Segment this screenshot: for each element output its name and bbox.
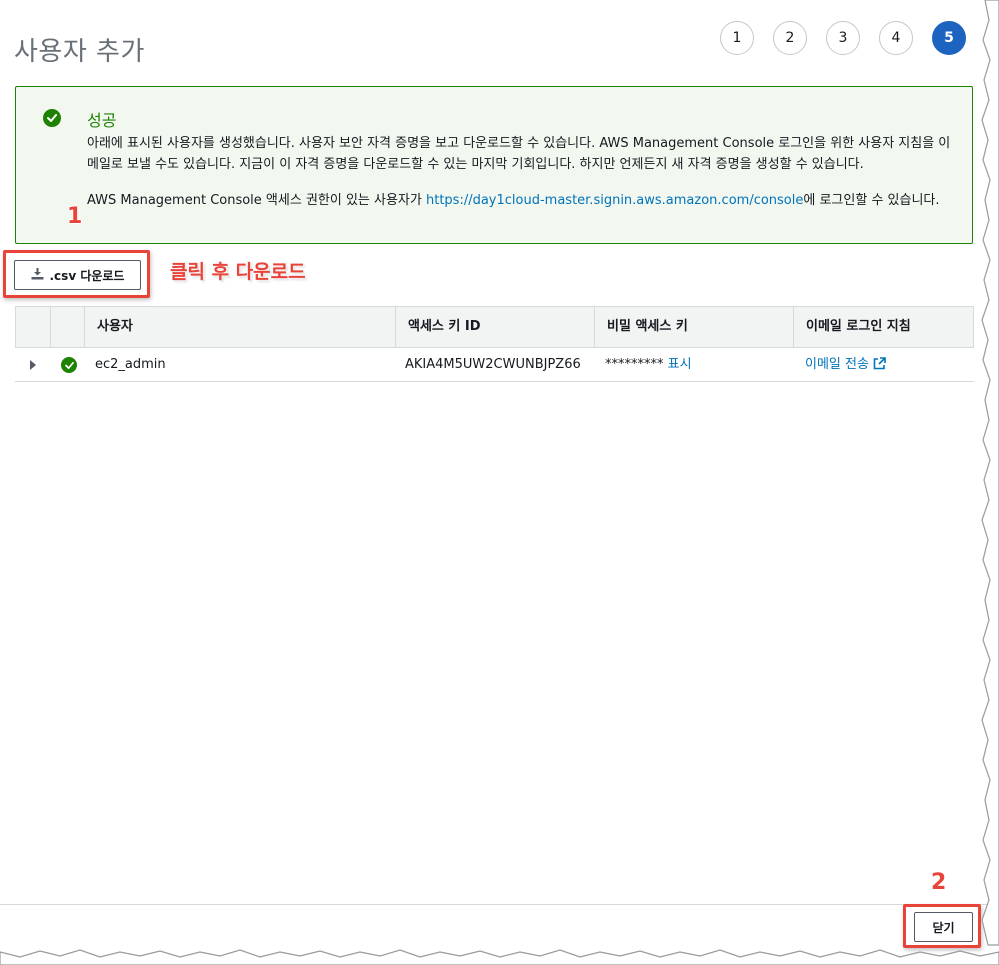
step-1[interactable]: 1 [720, 21, 754, 55]
show-secret-link[interactable]: 표시 [668, 357, 692, 372]
annotation-step-1: 1 [67, 204, 83, 229]
header-access-key-id: 액세스 키 ID [395, 307, 594, 347]
footer-divider [0, 904, 999, 905]
csv-download-button[interactable]: .csv 다운로드 [14, 260, 141, 290]
page-title: 사용자 추가 [14, 37, 145, 68]
annotation-step-2: 2 [931, 870, 947, 895]
expand-caret-icon[interactable] [30, 360, 36, 370]
header-secret-key: 비밀 액세스 키 [594, 307, 793, 347]
success-message: 아래에 표시된 사용자를 생성했습니다. 사용자 보안 자격 증명을 보고 다운… [87, 133, 957, 211]
csv-download-label: .csv 다운로드 [49, 268, 125, 283]
cell-access-key-id: AKIA4M5UW2CWUNBJPZ66 [405, 357, 581, 372]
header-expand [16, 307, 50, 347]
send-email-link[interactable]: 이메일 전송 [805, 357, 886, 372]
cell-secret-key: ********* 표시 [605, 348, 692, 381]
header-status [50, 307, 84, 347]
header-user: 사용자 [84, 307, 395, 347]
step-5[interactable]: 5 [932, 21, 966, 55]
success-alert: 성공 아래에 표시된 사용자를 생성했습니다. 사용자 보안 자격 증명을 보고… [15, 86, 973, 244]
console-signin-link[interactable]: https://day1cloud-master.signin.aws.amaz… [426, 193, 803, 208]
cell-email: 이메일 전송 [805, 348, 886, 381]
step-3[interactable]: 3 [826, 21, 860, 55]
table-row: ec2_admin AKIA4M5UW2CWUNBJPZ66 *********… [15, 348, 974, 382]
cell-user: ec2_admin [95, 357, 166, 372]
users-table: 사용자 액세스 키 ID 비밀 액세스 키 이메일 로그인 지침 ec2_adm… [15, 306, 974, 382]
step-4[interactable]: 4 [879, 21, 913, 55]
download-icon [31, 267, 44, 283]
annotation-click-download: 클릭 후 다운로드 [170, 261, 306, 283]
status-check-icon [61, 357, 77, 373]
close-button[interactable]: 닫기 [914, 912, 973, 942]
table-header: 사용자 액세스 키 ID 비밀 액세스 키 이메일 로그인 지침 [15, 306, 974, 348]
console-login-info: AWS Management Console 액세스 권한이 있는 사용자가 h… [87, 193, 940, 208]
success-description: 아래에 표시된 사용자를 생성했습니다. 사용자 보안 자격 증명을 보고 다운… [87, 136, 951, 172]
external-link-icon [873, 350, 886, 383]
torn-edge-right [981, 0, 999, 946]
header-email-instructions: 이메일 로그인 지침 [793, 307, 973, 347]
torn-edge-bottom [0, 949, 999, 965]
success-check-icon [43, 109, 61, 127]
success-title: 성공 [87, 111, 117, 130]
step-2[interactable]: 2 [773, 21, 807, 55]
secret-masked: ********* [605, 357, 664, 372]
